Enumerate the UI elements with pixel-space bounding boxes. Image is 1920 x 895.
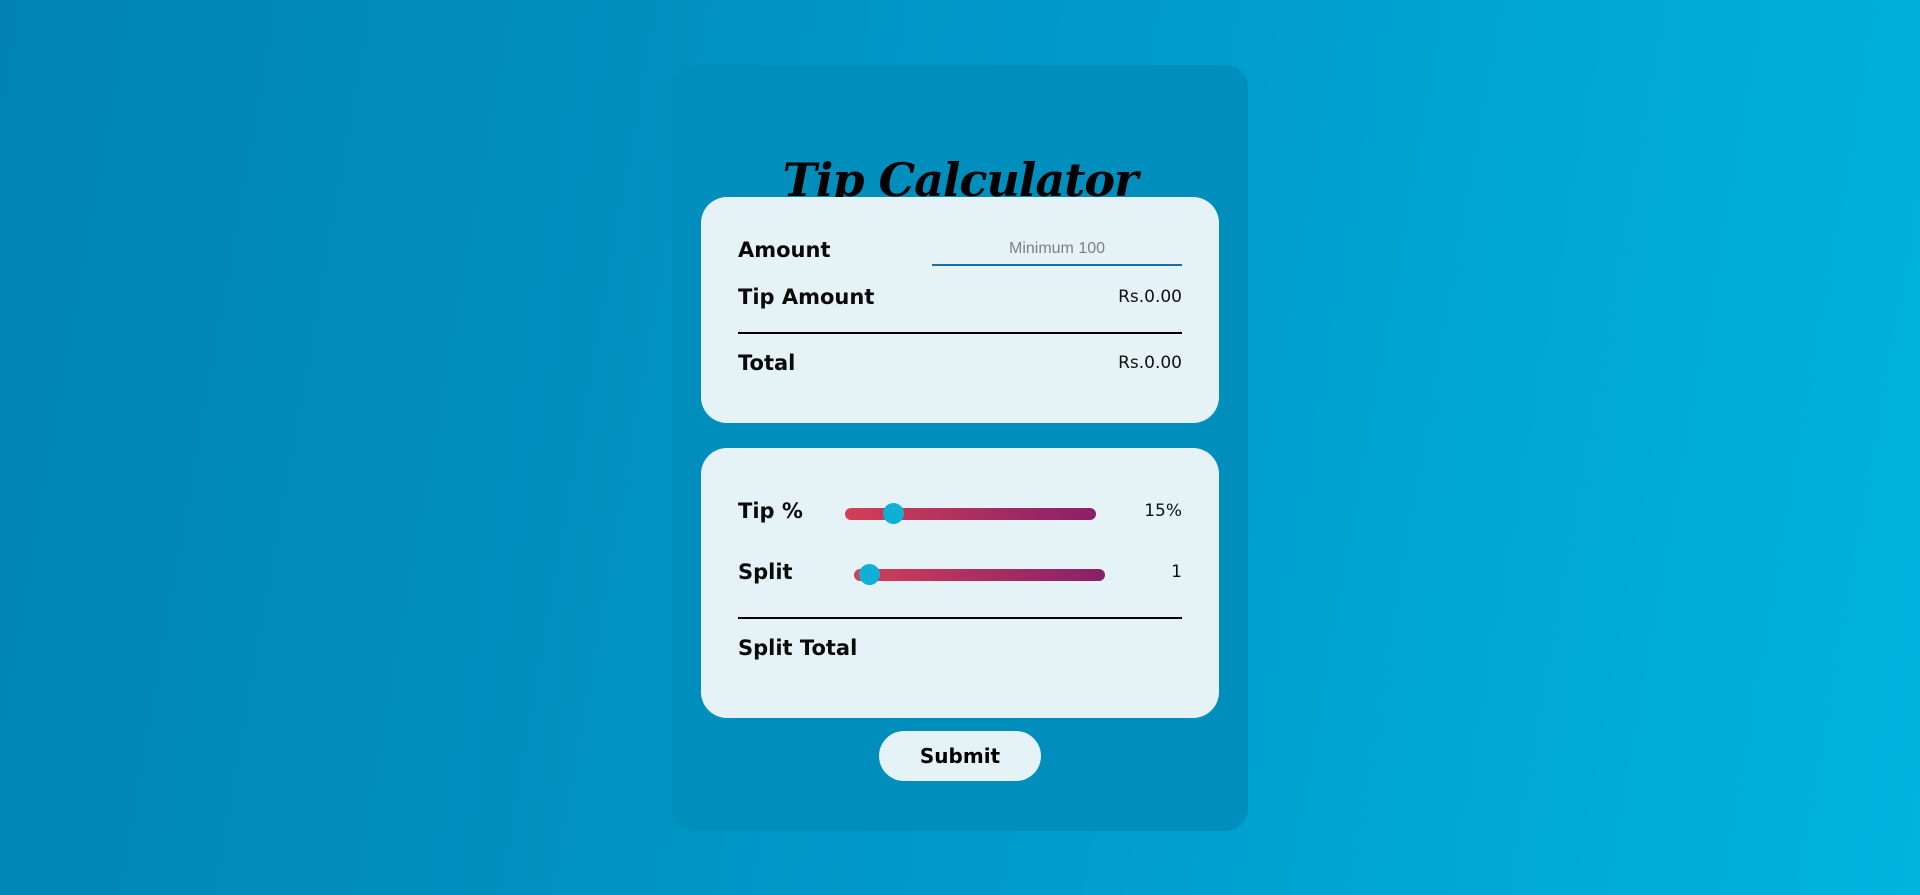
bill-divider — [738, 332, 1182, 334]
controls-divider — [738, 617, 1182, 619]
split-slider[interactable] — [854, 562, 1105, 586]
total-label: Total — [738, 351, 796, 375]
split-total-row: Split Total — [738, 636, 1182, 660]
tip-amount-label: Tip Amount — [738, 285, 875, 309]
split-label: Split — [738, 560, 793, 584]
tip-percent-label: Tip % — [738, 499, 803, 523]
bill-panel: Amount Tip Amount Rs.0.00 Total Rs.0.00 — [701, 197, 1219, 423]
split-total-label: Split Total — [738, 636, 858, 660]
amount-input[interactable] — [932, 234, 1182, 266]
tip-slider-thumb[interactable] — [883, 503, 905, 524]
tip-amount-value: Rs.0.00 — [1118, 287, 1182, 307]
tip-amount-row: Tip Amount Rs.0.00 — [738, 285, 1182, 309]
total-row: Total Rs.0.00 — [738, 351, 1182, 375]
split-slider-track — [854, 569, 1105, 581]
amount-row: Amount — [738, 234, 1182, 266]
total-value: Rs.0.00 — [1118, 353, 1182, 373]
split-slider-thumb[interactable] — [859, 564, 880, 585]
amount-label: Amount — [738, 238, 831, 262]
controls-panel: Tip % 15% Split 1 Split Total — [701, 448, 1219, 718]
tip-percent-slider[interactable] — [845, 501, 1096, 525]
split-value: 1 — [1171, 562, 1182, 582]
tip-percent-value: 15% — [1144, 501, 1182, 521]
submit-button[interactable]: Submit — [879, 731, 1041, 781]
